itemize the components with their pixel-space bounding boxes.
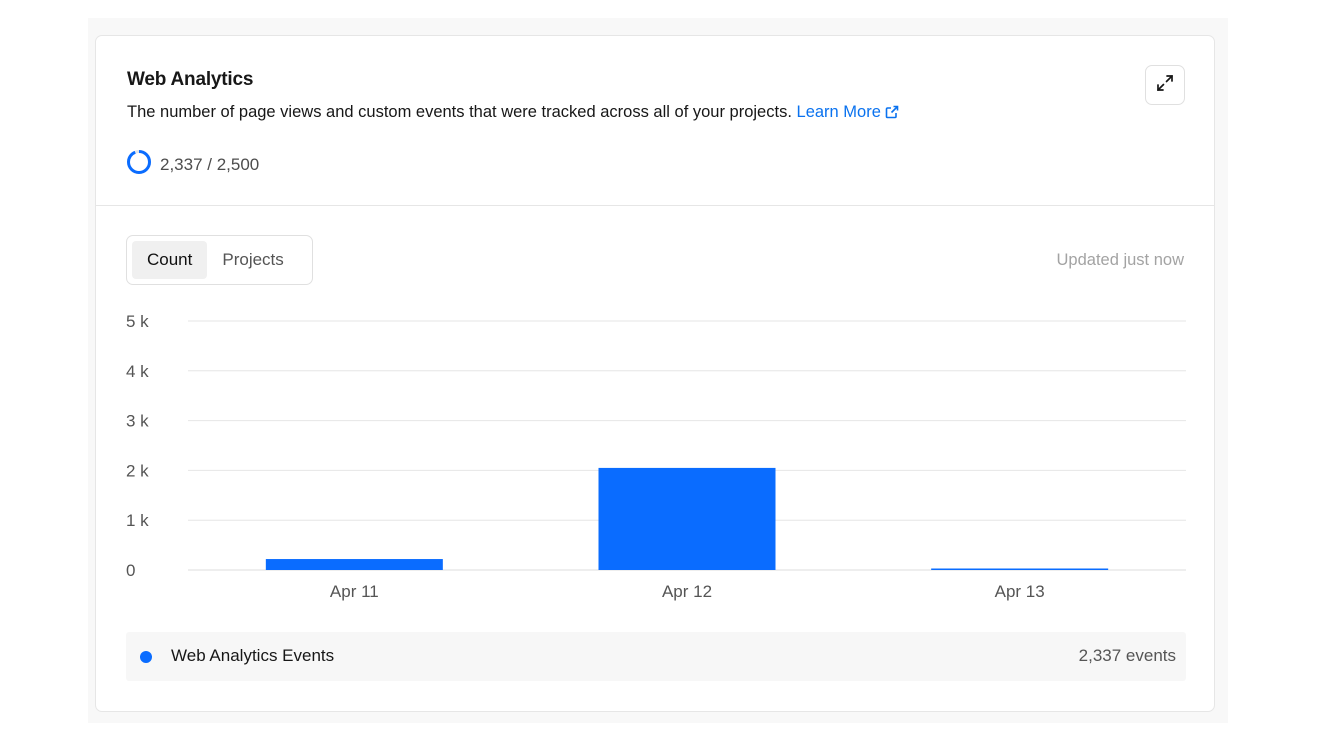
chart-legend: Web Analytics Events 2,337 events [126, 632, 1186, 681]
y-tick-label: 5 k [126, 312, 149, 331]
y-tick-label: 3 k [126, 412, 149, 431]
legend-label: Web Analytics Events [171, 646, 335, 665]
y-tick-label: 1 k [126, 511, 149, 530]
bar [598, 467, 776, 570]
y-tick-label: 2 k [126, 461, 149, 480]
x-tick-label: Apr 12 [662, 582, 712, 601]
bar [265, 559, 443, 570]
x-tick-label: Apr 13 [995, 582, 1045, 601]
y-tick-label: 4 k [126, 362, 149, 381]
web-analytics-card: Web Analytics The number of page views a… [95, 35, 1215, 712]
bar [931, 568, 1109, 570]
x-tick-label: Apr 11 [330, 582, 379, 601]
bar-chart: 0 1 k 2 k 3 k 4 k 5 k Apr 11 Apr 12 Apr 13 [126, 312, 1186, 601]
legend-dot [140, 651, 152, 663]
y-tick-label: 0 [126, 561, 135, 580]
legend-value: 2,337 events [1078, 646, 1176, 665]
